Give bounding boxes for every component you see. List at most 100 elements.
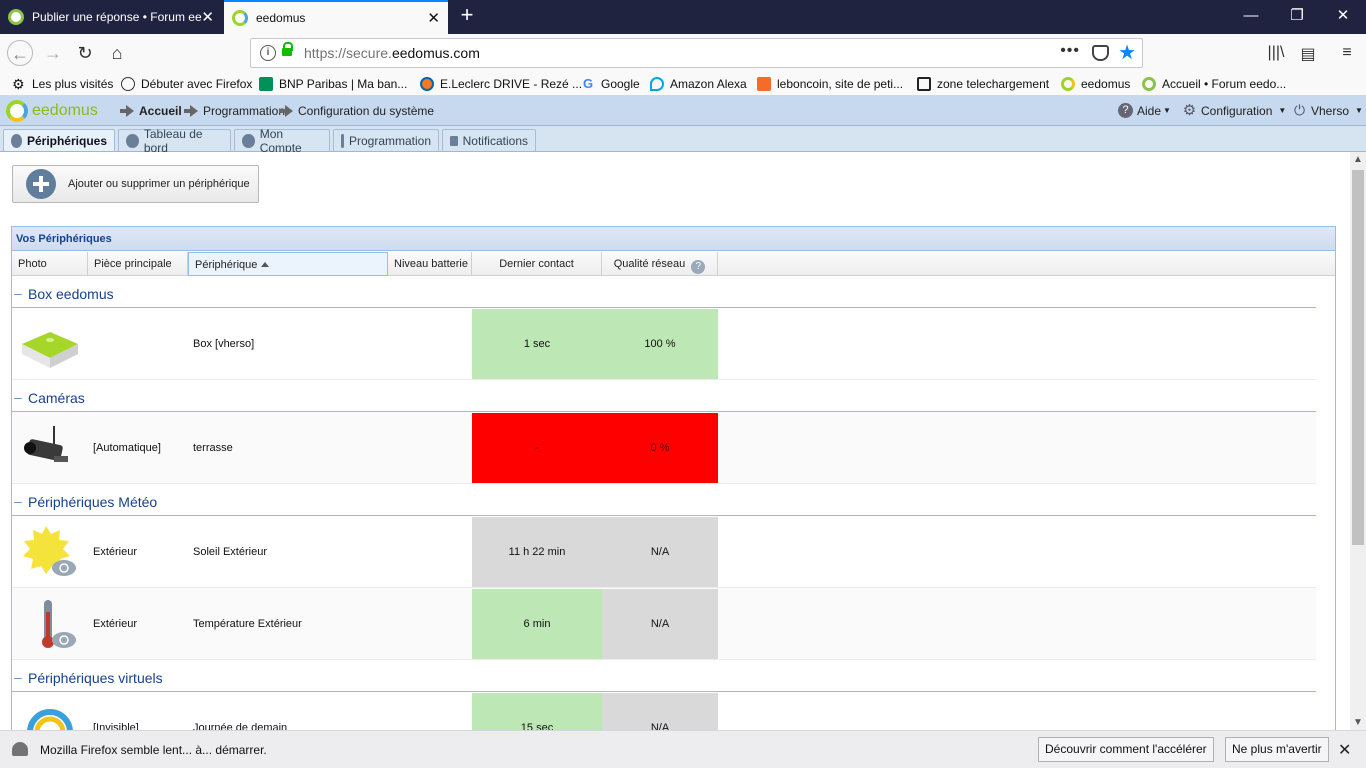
pocket-icon[interactable] — [1092, 45, 1109, 61]
row-last-contact: 6 min — [472, 589, 602, 659]
collapse-icon[interactable]: – — [14, 493, 22, 509]
group-title: Périphériques virtuels — [28, 670, 163, 686]
envelope-icon — [450, 135, 458, 146]
group-virtuels[interactable]: – Périphériques virtuels — [12, 660, 1316, 692]
table-row[interactable]: Extérieur Soleil Extérieur 11 h 22 min N… — [12, 516, 1316, 588]
help-menu[interactable]: ? Aide ▼ — [1118, 103, 1171, 118]
eedomus-logo[interactable]: eedomus — [6, 100, 98, 122]
close-icon[interactable]: ✕ — [1338, 740, 1351, 760]
help-icon[interactable]: ? — [691, 260, 706, 274]
maximize-icon[interactable]: ❐ — [1274, 0, 1320, 34]
col-photo[interactable]: Photo — [12, 252, 88, 276]
sidebar-icon[interactable]: ▤ — [1297, 44, 1319, 64]
dont-warn-button[interactable]: Ne plus m'avertir — [1225, 737, 1329, 762]
user-menu[interactable]: ⏻ Vherso ▼ — [1292, 103, 1363, 118]
col-dernier-contact[interactable]: Dernier contact — [472, 252, 602, 276]
group-cameras[interactable]: – Caméras — [12, 380, 1316, 412]
bookmark-label: Amazon Alexa — [670, 77, 747, 91]
lock-icon — [282, 42, 293, 59]
browser-tab-label: Publier une réponse • Forum eedomus — [32, 10, 202, 24]
home-icon[interactable]: ⌂ — [104, 40, 130, 66]
page-scrollbar[interactable]: ▲ ▼ — [1350, 152, 1366, 730]
new-tab-icon[interactable]: + — [456, 4, 478, 27]
learn-speedup-button[interactable]: Découvrir comment l'accélérer — [1038, 737, 1214, 762]
bookmark-getting-started[interactable]: Débuter avec Firefox — [121, 75, 252, 93]
power-icon: ⏻ — [1293, 102, 1306, 118]
collapse-icon[interactable]: – — [14, 389, 22, 405]
table-row[interactable]: Extérieur Température Extérieur 6 min N/… — [12, 588, 1316, 660]
add-remove-device-button[interactable]: Ajouter ou supprimer un périphérique — [12, 165, 259, 203]
bookmark-bnp[interactable]: BNP Paribas | Ma ban... — [259, 75, 407, 93]
col-label: Périphérique — [195, 259, 258, 271]
notification-bar: Mozilla Firefox semble lent... à... déma… — [0, 730, 1366, 768]
browser-tab-strip: Publier une réponse • Forum eedomus ✕ ee… — [0, 0, 1366, 34]
library-icon[interactable]: |||\ — [1265, 44, 1287, 64]
leclerc-icon — [420, 77, 434, 91]
table-row[interactable]: [Invisible] Journée de demain 15 sec N/A — [12, 692, 1316, 730]
bookmark-eedomus[interactable]: eedomus — [1061, 75, 1130, 93]
col-peripherique[interactable]: Périphérique — [188, 252, 388, 276]
window-close-icon[interactable]: ✕ — [1320, 0, 1366, 34]
bookmark-alexa[interactable]: Amazon Alexa — [650, 75, 747, 93]
tab-peripheriques[interactable]: Périphériques — [3, 129, 115, 151]
group-box-eedomus[interactable]: – Box eedomus — [12, 276, 1316, 308]
browser-tab-eedomus[interactable]: eedomus ✕ — [224, 0, 448, 34]
add-button-label: Ajouter ou supprimer un périphérique — [68, 178, 250, 190]
configuration-menu[interactable]: ⚙ Configuration ▼ — [1182, 102, 1287, 119]
bookmark-star-icon[interactable]: ★ — [1118, 40, 1136, 65]
collapse-icon[interactable]: – — [14, 285, 22, 301]
app-tabs: Périphériques Tableau de bord Mon Compte… — [0, 126, 1366, 155]
minimize-icon[interactable]: — — [1228, 0, 1274, 34]
arrow-right-icon — [120, 105, 134, 117]
config-label: Configuration — [1201, 103, 1273, 118]
info-icon[interactable]: i — [260, 45, 276, 61]
tab-mon-compte[interactable]: Mon Compte — [234, 127, 330, 155]
bookmark-leclerc[interactable]: E.Leclerc DRIVE - Rezé ... — [420, 75, 582, 93]
main-content: Ajouter ou supprimer un périphérique Vos… — [0, 152, 1350, 730]
hamburger-menu-icon[interactable]: ≡ — [1336, 44, 1358, 64]
reload-icon[interactable]: ↻ — [72, 40, 98, 66]
url-text[interactable]: https://secure.eedomus.com — [304, 45, 480, 61]
browser-tab-forum[interactable]: Publier une réponse • Forum eedomus ✕ — [0, 0, 222, 34]
bookmark-forum[interactable]: Accueil • Forum eedo... — [1142, 75, 1286, 93]
url-bar[interactable]: i https://secure.eedomus.com ••• ★ — [250, 38, 1143, 68]
tab-tableau-de-bord[interactable]: Tableau de bord — [118, 127, 231, 155]
breadcrumb-config[interactable]: Configuration du système — [279, 104, 434, 118]
back-icon[interactable]: ← — [7, 40, 33, 66]
close-icon[interactable]: ✕ — [201, 8, 214, 26]
gear-icon: ⚙ — [1182, 102, 1197, 119]
tab-label: Programmation — [348, 133, 431, 148]
col-qualite-reseau[interactable]: Qualité réseau? — [602, 252, 718, 276]
table-row[interactable]: Box [vherso] 1 sec 100 % — [12, 308, 1316, 380]
bookmark-most-visited[interactable]: ⚙ Les plus visités — [12, 75, 113, 93]
scrollbar-thumb[interactable] — [1352, 170, 1364, 545]
bookmark-google[interactable]: G Google — [581, 75, 640, 93]
bnp-icon — [259, 77, 273, 91]
row-device: Température Extérieur — [193, 618, 302, 630]
collapse-icon[interactable]: – — [14, 669, 22, 685]
alexa-icon — [650, 77, 664, 91]
tab-programmation[interactable]: Programmation — [333, 129, 439, 151]
eedomus-favicon-icon — [232, 10, 248, 26]
bookmark-zone-telechargement[interactable]: zone telechargement — [917, 75, 1049, 93]
tab-label: Mon Compte — [259, 126, 302, 155]
tab-notifications[interactable]: Notifications — [442, 129, 536, 151]
ring-icon — [27, 709, 73, 730]
col-piece[interactable]: Pièce principale — [88, 252, 188, 276]
bookmark-leboncoin[interactable]: leboncoin, site de peti... — [757, 75, 903, 93]
eedomus-logo-icon — [6, 100, 28, 122]
bookmark-label: Débuter avec Firefox — [141, 77, 253, 91]
breadcrumb-home[interactable]: Accueil — [120, 104, 182, 118]
group-meteo[interactable]: – Périphériques Météo — [12, 484, 1316, 516]
table-row[interactable]: [Automatique] terrasse - 0 % — [12, 412, 1316, 484]
forward-icon[interactable]: → — [40, 40, 66, 66]
breadcrumb-programmation[interactable]: Programmation — [184, 104, 285, 118]
page-actions-icon[interactable]: ••• — [1060, 42, 1080, 60]
row-room: [Invisible] — [93, 722, 139, 730]
scroll-down-icon[interactable]: ▼ — [1353, 717, 1363, 728]
close-icon[interactable]: ✕ — [427, 9, 440, 27]
scroll-up-icon[interactable]: ▲ — [1353, 154, 1363, 165]
col-batterie[interactable]: Niveau batterie — [388, 252, 472, 276]
peripherals-icon — [11, 133, 22, 148]
help-label: Aide — [1137, 103, 1162, 118]
